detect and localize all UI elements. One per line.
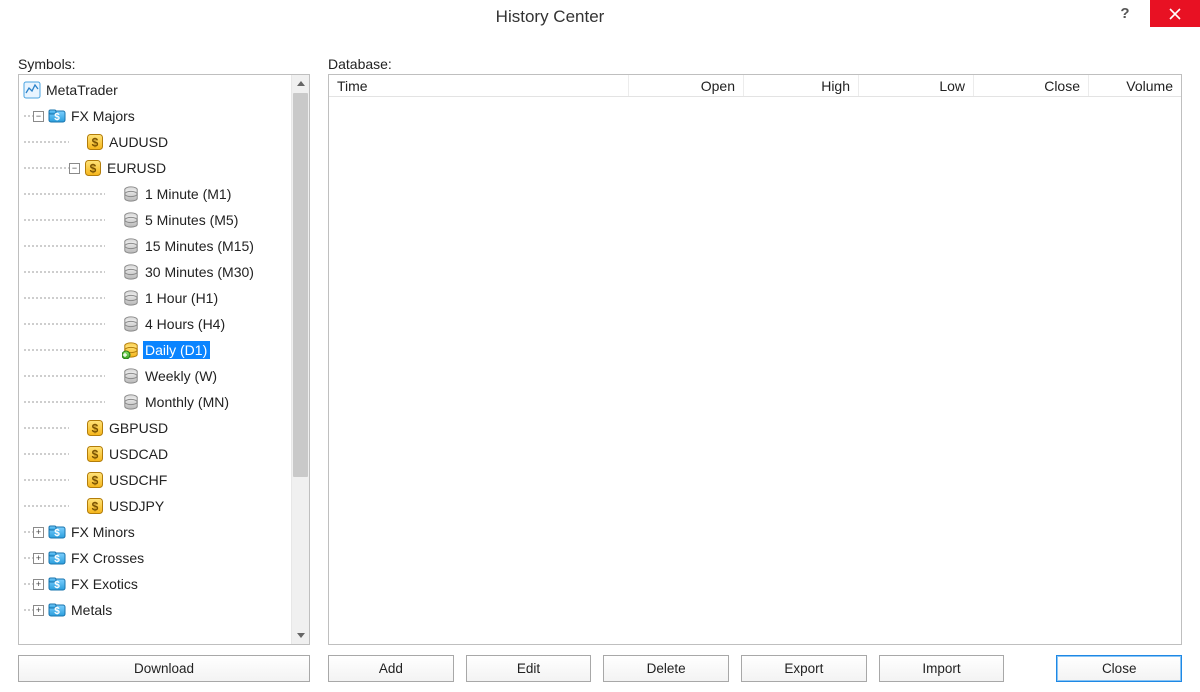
symbols-panel: Symbols: MetaTrader −: [18, 56, 310, 645]
add-button[interactable]: Add: [328, 655, 454, 682]
database-panel: Database: Time Open High Low Close Volum…: [328, 56, 1182, 645]
tree-item-audusd[interactable]: AUDUSD: [19, 129, 291, 155]
database-icon: [122, 211, 140, 229]
database-icon: [122, 237, 140, 255]
scroll-track[interactable]: [292, 93, 309, 626]
expand-icon[interactable]: +: [33, 527, 44, 538]
delete-button[interactable]: Delete: [603, 655, 729, 682]
tree-item-w[interactable]: Weekly (W): [19, 363, 291, 389]
database-icon: [122, 367, 140, 385]
tree-item-eurusd[interactable]: − EURUSD: [19, 155, 291, 181]
tree-item-fx-crosses[interactable]: + FX Crosses: [19, 545, 291, 571]
dollar-icon: [86, 471, 104, 489]
close-window-button[interactable]: [1150, 0, 1200, 27]
tree-item-m1[interactable]: 1 Minute (M1): [19, 181, 291, 207]
symbols-tree[interactable]: MetaTrader − FX Majors: [19, 75, 291, 644]
folder-icon: [48, 575, 66, 593]
tree-item-fx-majors[interactable]: − FX Majors: [19, 103, 291, 129]
tree-item-m30[interactable]: 30 Minutes (M30): [19, 259, 291, 285]
tree-item-mn[interactable]: Monthly (MN): [19, 389, 291, 415]
window-title: History Center: [0, 7, 1100, 27]
database-table-container: Time Open High Low Close Volume: [328, 74, 1182, 645]
col-low[interactable]: Low: [859, 75, 974, 96]
tree-item-usdcad[interactable]: USDCAD: [19, 441, 291, 467]
database-icon: [122, 185, 140, 203]
folder-icon: [48, 523, 66, 541]
table-header: Time Open High Low Close Volume: [329, 75, 1181, 97]
tree-item-h4[interactable]: 4 Hours (H4): [19, 311, 291, 337]
dollar-icon: [86, 445, 104, 463]
close-button[interactable]: Close: [1056, 655, 1182, 682]
history-center-dialog: History Center ? Symbols: MetaTrader: [0, 0, 1200, 692]
database-icon: [122, 393, 140, 411]
tree-item-m5[interactable]: 5 Minutes (M5): [19, 207, 291, 233]
scroll-down-button[interactable]: [292, 626, 309, 644]
dollar-icon: [86, 419, 104, 437]
database-label: Database:: [328, 56, 1182, 72]
col-open[interactable]: Open: [629, 75, 744, 96]
tree-item-metals[interactable]: + Metals: [19, 597, 291, 623]
tree-item-fx-minors[interactable]: + FX Minors: [19, 519, 291, 545]
tree-item-usdchf[interactable]: USDCHF: [19, 467, 291, 493]
symbols-label: Symbols:: [18, 56, 310, 72]
scroll-thumb[interactable]: [293, 93, 308, 477]
dollar-icon: [84, 159, 102, 177]
collapse-icon[interactable]: −: [33, 111, 44, 122]
folder-icon: [48, 107, 66, 125]
scroll-up-button[interactable]: [292, 75, 309, 93]
dollar-icon: [86, 497, 104, 515]
help-button[interactable]: ?: [1100, 0, 1150, 27]
folder-icon: [48, 549, 66, 567]
col-time[interactable]: Time: [329, 75, 629, 96]
tree-item-usdjpy[interactable]: USDJPY: [19, 493, 291, 519]
tree-scrollbar[interactable]: [291, 75, 309, 644]
col-high[interactable]: High: [744, 75, 859, 96]
tree-item-h1[interactable]: 1 Hour (H1): [19, 285, 291, 311]
col-volume[interactable]: Volume: [1089, 75, 1181, 96]
expand-icon[interactable]: +: [33, 553, 44, 564]
tree-item-fx-exotics[interactable]: + FX Exotics: [19, 571, 291, 597]
tree-item-d1[interactable]: Daily (D1): [19, 337, 291, 363]
symbols-tree-container: MetaTrader − FX Majors: [18, 74, 310, 645]
chevron-down-icon: [297, 631, 305, 639]
tree-item-gbpusd[interactable]: GBPUSD: [19, 415, 291, 441]
title-bar: History Center ?: [0, 0, 1200, 34]
database-active-icon: [122, 341, 140, 359]
import-button[interactable]: Import: [879, 655, 1005, 682]
edit-button[interactable]: Edit: [466, 655, 592, 682]
expand-icon[interactable]: +: [33, 579, 44, 590]
chevron-up-icon: [297, 80, 305, 88]
database-icon: [122, 315, 140, 333]
collapse-icon[interactable]: −: [69, 163, 80, 174]
tree-item-m15[interactable]: 15 Minutes (M15): [19, 233, 291, 259]
dialog-content: Symbols: MetaTrader −: [0, 34, 1200, 692]
chart-icon: [23, 81, 41, 99]
button-row: Download Add Edit Delete Export Import C…: [18, 655, 1182, 682]
database-icon: [122, 289, 140, 307]
expand-icon[interactable]: +: [33, 605, 44, 616]
col-close[interactable]: Close: [974, 75, 1089, 96]
folder-icon: [48, 601, 66, 619]
dollar-icon: [86, 133, 104, 151]
database-icon: [122, 263, 140, 281]
download-button[interactable]: Download: [18, 655, 310, 682]
tree-item-metatrader[interactable]: MetaTrader: [19, 77, 291, 103]
close-icon: [1169, 8, 1181, 20]
export-button[interactable]: Export: [741, 655, 867, 682]
